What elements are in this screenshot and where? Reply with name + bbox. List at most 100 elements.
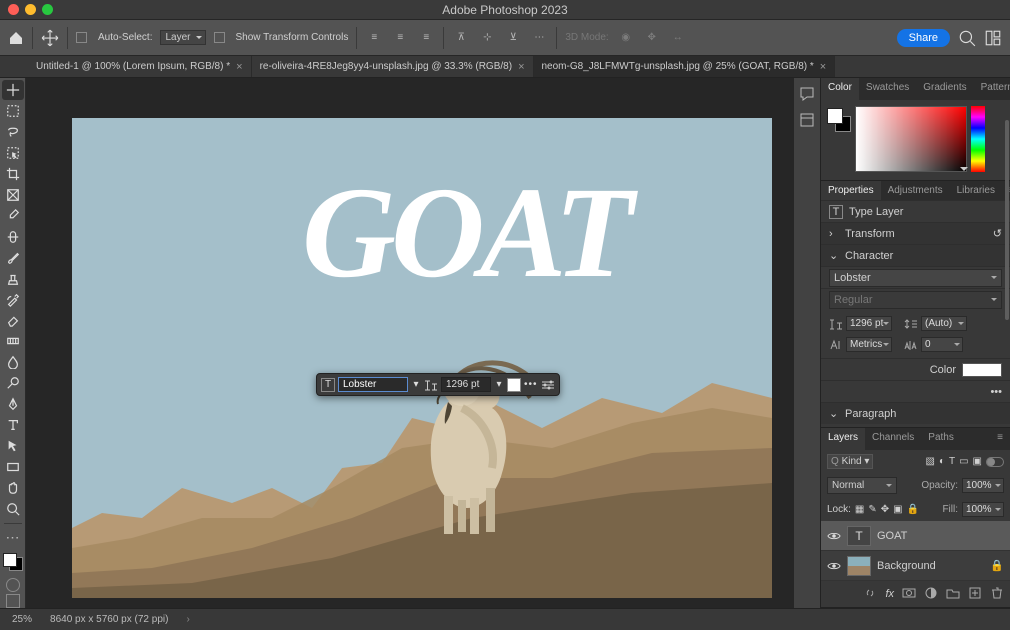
tracking-input[interactable]: Metrics [846, 337, 892, 352]
color-panel-swatches[interactable] [827, 108, 851, 132]
layer-row[interactable]: Background 🔒 [821, 551, 1010, 581]
hue-slider[interactable] [971, 106, 985, 172]
delete-layer-icon[interactable] [990, 586, 1004, 603]
edit-toolbar-icon[interactable]: ⋯ [2, 528, 24, 548]
healing-brush-tool[interactable] [2, 227, 24, 247]
tab-properties[interactable]: Properties [821, 181, 881, 200]
transform-section-header[interactable]: › Transform ↺ [821, 222, 1010, 244]
color-field[interactable] [855, 106, 967, 172]
reset-icon[interactable]: ↺ [993, 227, 1002, 240]
tab-neom[interactable]: neom-G8_J8LFMWTg-unsplash.jpg @ 25% (GOA… [534, 56, 836, 77]
canvas[interactable]: GOAT [72, 118, 772, 598]
workspace-switcher-icon[interactable] [984, 29, 1002, 47]
zoom-level[interactable]: 25% [12, 614, 32, 625]
opacity-input[interactable]: 100% [962, 478, 1004, 493]
font-style-select[interactable]: Regular [829, 291, 1002, 309]
align-left-edges-icon[interactable]: ≡ [365, 29, 383, 47]
align-right-edges-icon[interactable]: ≡ [417, 29, 435, 47]
canvas-viewport[interactable]: GOAT T Lobster ▾ 1296 pt ▾ ••• [26, 78, 794, 608]
font-family-select[interactable]: Lobster [829, 269, 1002, 287]
lock-transparency-icon[interactable]: ▦ [855, 504, 864, 515]
align-h-centers-icon[interactable]: ≡ [391, 29, 409, 47]
quick-mask-icon[interactable] [6, 578, 20, 592]
libraries-panel-icon[interactable] [799, 112, 815, 128]
lock-icon[interactable]: 🔒 [990, 559, 1004, 572]
layer-row[interactable]: T GOAT [821, 521, 1010, 551]
show-transform-checkbox[interactable] [214, 32, 225, 43]
layer-thumbnail[interactable] [847, 556, 871, 576]
close-tab-icon[interactable]: × [518, 61, 524, 73]
font-family-field[interactable]: Lobster [338, 377, 408, 392]
tab-color[interactable]: Color [821, 78, 859, 100]
visibility-icon[interactable] [827, 559, 841, 573]
text-color-swatch[interactable] [507, 378, 521, 392]
filter-toggle-icon[interactable] [986, 457, 1004, 467]
history-brush-tool[interactable] [2, 290, 24, 310]
screen-mode-icon[interactable] [6, 594, 20, 608]
blur-tool[interactable] [2, 352, 24, 372]
zoom-tool[interactable] [2, 499, 24, 519]
more-align-icon[interactable]: ⋯ [530, 29, 548, 47]
share-button[interactable]: Share [897, 29, 950, 47]
filter-shape-icon[interactable]: ▭ [959, 456, 968, 467]
align-v-centers-icon[interactable]: ⊹ [478, 29, 496, 47]
tab-swatches[interactable]: Swatches [859, 78, 916, 100]
color-swatches[interactable] [3, 553, 23, 571]
fill-input[interactable]: 100% [962, 502, 1004, 517]
lasso-tool[interactable] [2, 122, 24, 142]
layer-name[interactable]: Background [877, 560, 936, 572]
lock-artboard-icon[interactable]: ▣ [893, 504, 902, 515]
align-top-edges-icon[interactable]: ⊼ [452, 29, 470, 47]
layer-mask-icon[interactable] [902, 586, 916, 603]
filter-kind-select[interactable]: Q Kind ▾ [827, 454, 873, 469]
type-tool[interactable] [2, 415, 24, 435]
font-size-input[interactable]: 1296 pt [846, 316, 892, 331]
tab-libraries[interactable]: Libraries [950, 181, 1002, 200]
auto-select-dropdown[interactable]: Layer [160, 30, 205, 45]
layer-style-icon[interactable]: fx [885, 588, 894, 600]
filter-type-icon[interactable]: T [949, 456, 955, 467]
tab-re-oliveira[interactable]: re-oliveira-4RE8Jeg8yy4-unsplash.jpg @ 3… [252, 56, 534, 77]
leading-input[interactable]: (Auto) [921, 316, 967, 331]
eyedropper-tool[interactable] [2, 206, 24, 226]
tab-layers[interactable]: Layers [821, 428, 865, 450]
document-dimensions[interactable]: 8640 px x 5760 px (72 ppi) [50, 614, 168, 625]
link-layers-icon[interactable] [863, 586, 877, 603]
tab-adjustments[interactable]: Adjustments [881, 181, 950, 200]
move-tool[interactable] [2, 80, 24, 100]
tab-gradients[interactable]: Gradients [916, 78, 973, 100]
clone-stamp-tool[interactable] [2, 269, 24, 289]
path-select-tool[interactable] [2, 436, 24, 456]
group-icon[interactable] [946, 586, 960, 603]
comments-panel-icon[interactable] [799, 86, 815, 102]
pen-tool[interactable] [2, 394, 24, 414]
crop-tool[interactable] [2, 164, 24, 184]
align-bottom-edges-icon[interactable]: ⊻ [504, 29, 522, 47]
eraser-tool[interactable] [2, 310, 24, 330]
tab-patterns[interactable]: Patterns [974, 78, 1010, 100]
search-icon[interactable] [958, 29, 976, 47]
tab-paths[interactable]: Paths [921, 428, 961, 450]
lock-all-icon[interactable]: 🔒 [907, 504, 919, 515]
filter-adjust-icon[interactable]: ◐ [939, 456, 945, 467]
canvas-text-layer[interactable]: GOAT [302, 158, 629, 308]
blend-mode-select[interactable]: Normal [827, 477, 897, 494]
text-color-chip[interactable] [962, 363, 1002, 377]
gradient-tool[interactable] [2, 331, 24, 351]
kerning-input[interactable]: 0 [921, 337, 963, 352]
close-tab-icon[interactable]: × [236, 61, 242, 73]
dodge-tool[interactable] [2, 373, 24, 393]
tab-untitled-1[interactable]: Untitled-1 @ 100% (Lorem Ipsum, RGB/8) *… [28, 56, 252, 77]
more-options-icon[interactable]: ••• [524, 379, 538, 390]
filter-image-icon[interactable]: ▧ [925, 456, 934, 467]
lock-position-icon[interactable]: ✥ [881, 504, 889, 515]
panel-scrollbar[interactable] [1005, 120, 1009, 320]
font-size-field[interactable]: 1296 pt [441, 377, 491, 392]
new-layer-icon[interactable] [968, 586, 982, 603]
more-character-icon[interactable]: ••• [990, 386, 1002, 398]
rectangle-tool[interactable] [2, 457, 24, 477]
close-tab-icon[interactable]: × [820, 61, 826, 73]
adjustment-layer-icon[interactable] [924, 586, 938, 603]
panel-menu-icon[interactable]: ≡ [990, 428, 1010, 450]
layer-thumbnail[interactable]: T [847, 526, 871, 546]
